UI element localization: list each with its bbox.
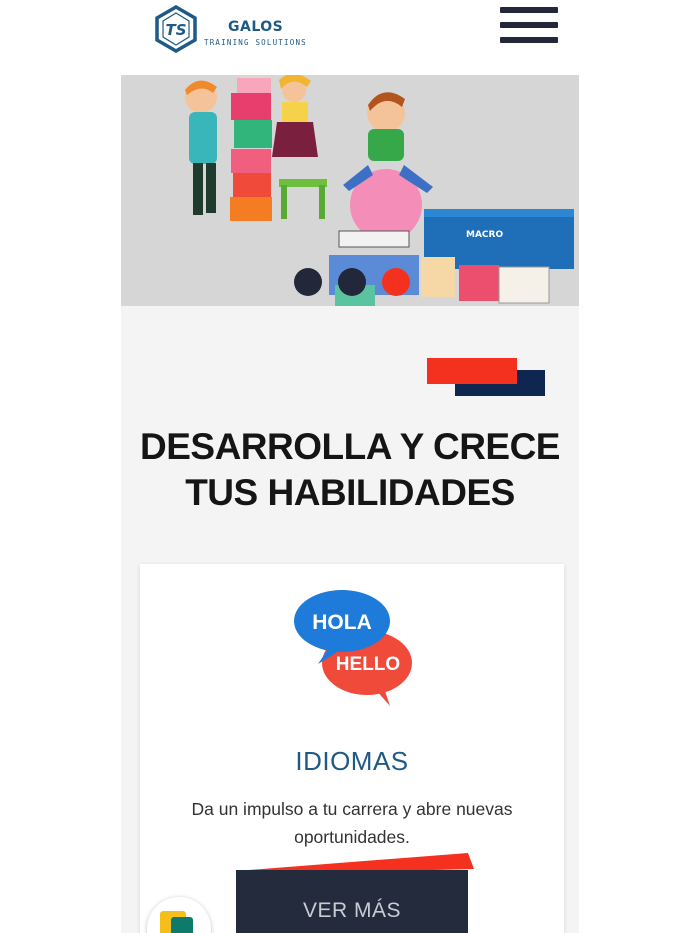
bubble-text-hola: HOLA xyxy=(312,611,372,634)
skills-section: DESARROLLA Y CRECE TUS HABILIDADES HOLA … xyxy=(121,306,579,933)
decorative-red-bar xyxy=(427,358,517,384)
slider-dot-1[interactable] xyxy=(294,268,322,296)
slider-dot-2[interactable] xyxy=(338,268,366,296)
card-description: Da un impulso a tu carrera y abre nuevas… xyxy=(191,799,513,847)
course-card-idiomas: HOLA HELLO IDIOMAS Da un impulso a tu ca… xyxy=(140,564,564,933)
brand-tagline: TRAINING SOLUTIONS xyxy=(204,38,307,47)
site-header: TS GALOS TRAINING SOLUTIONS xyxy=(0,0,700,75)
hamburger-menu-icon[interactable] xyxy=(500,7,558,45)
chat-icon-secondary xyxy=(171,917,193,933)
brand-logo[interactable]: TS GALOS TRAINING SOLUTIONS xyxy=(152,5,312,53)
brand-name: GALOS xyxy=(228,19,284,35)
logo-monogram: TS xyxy=(165,21,186,39)
logo-mark-icon: TS xyxy=(155,5,197,53)
ver-mas-button[interactable]: VER MÁS xyxy=(236,870,468,933)
headline-line-2: TUS HABILIDADES xyxy=(185,472,515,513)
section-headline: DESARROLLA Y CRECE TUS HABILIDADES xyxy=(121,424,579,516)
product-box-label: MACRO xyxy=(466,230,503,240)
headline-line-1: DESARROLLA Y CRECE xyxy=(140,426,561,467)
slider-dot-3-active[interactable] xyxy=(382,268,410,296)
card-title: IDIOMAS xyxy=(295,746,409,776)
speech-bubbles-icon: HOLA HELLO xyxy=(294,590,412,706)
bubble-text-hello: HELLO xyxy=(336,654,400,675)
hero-slider: MACRO xyxy=(121,75,579,306)
